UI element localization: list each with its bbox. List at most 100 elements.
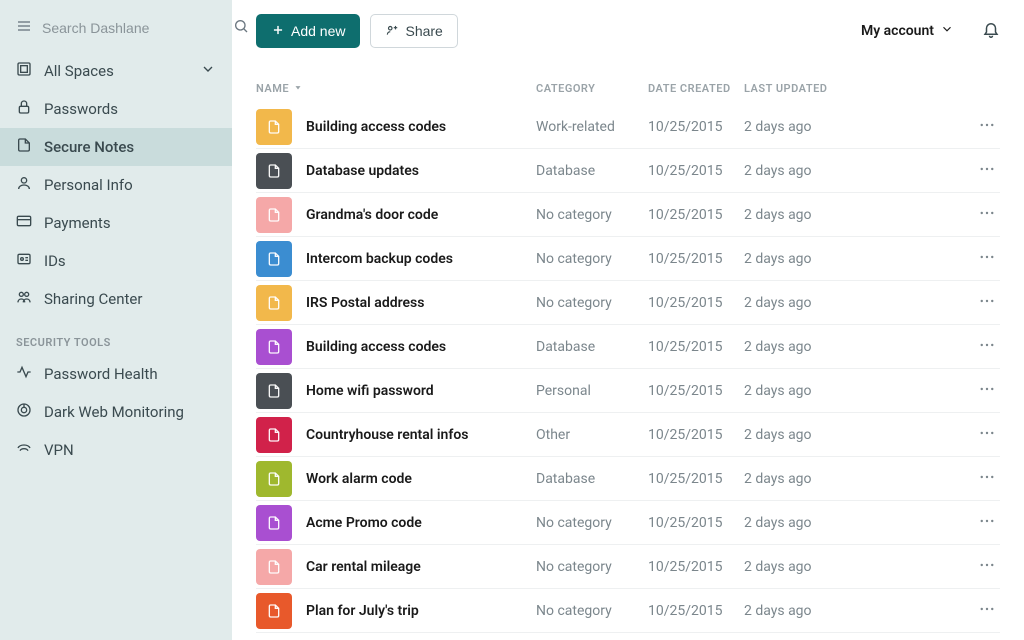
note-date-created: 10/25/2015: [648, 339, 744, 355]
table-row[interactable]: Car rental mileageNo category10/25/20152…: [256, 545, 1000, 589]
sidebar-item-dark-web[interactable]: Dark Web Monitoring: [0, 393, 232, 431]
more-actions-icon[interactable]: [974, 552, 1000, 582]
more-actions-icon[interactable]: [974, 244, 1000, 274]
sidebar-item-vpn[interactable]: VPN: [0, 431, 232, 469]
sidebar-item-label: Passwords: [44, 100, 118, 118]
note-color-icon: [256, 241, 292, 277]
note-name: Car rental mileage: [306, 559, 536, 575]
note-date-created: 10/25/2015: [648, 603, 744, 619]
note-color-icon: [256, 549, 292, 585]
more-actions-icon[interactable]: [974, 156, 1000, 186]
sidebar-item-label: All Spaces: [44, 62, 114, 80]
sidebar-item-all-spaces[interactable]: All Spaces: [0, 52, 232, 90]
note-color-icon: [256, 285, 292, 321]
note-color-icon: [256, 109, 292, 145]
sidebar-item-label: Password Health: [44, 365, 158, 383]
chevron-down-icon: [940, 22, 954, 40]
column-header-date-created[interactable]: DATE CREATED: [648, 82, 744, 95]
more-actions-icon[interactable]: [974, 464, 1000, 494]
table-row[interactable]: Home wifi passwordPersonal10/25/20152 da…: [256, 369, 1000, 413]
table-row[interactable]: Building access codesDatabase10/25/20152…: [256, 325, 1000, 369]
column-header-name[interactable]: NAME: [256, 82, 536, 95]
more-actions-icon[interactable]: [974, 376, 1000, 406]
account-label: My account: [861, 23, 934, 39]
lock-icon: [16, 99, 32, 119]
note-last-updated: 2 days ago: [744, 251, 894, 267]
plus-icon: [271, 23, 285, 40]
sidebar-item-label: Dark Web Monitoring: [44, 403, 184, 421]
card-icon: [16, 213, 32, 233]
note-date-created: 10/25/2015: [648, 251, 744, 267]
column-header-last-updated[interactable]: LAST UPDATED: [744, 82, 894, 95]
id-icon: [16, 251, 32, 271]
search-input[interactable]: [42, 20, 223, 36]
more-actions-icon[interactable]: [974, 332, 1000, 362]
note-last-updated: 2 days ago: [744, 427, 894, 443]
more-actions-icon[interactable]: [974, 112, 1000, 142]
table-row[interactable]: Countryhouse rental infosOther10/25/2015…: [256, 413, 1000, 457]
note-color-icon: [256, 461, 292, 497]
menu-icon[interactable]: [16, 18, 32, 38]
table-row[interactable]: Intercom backup codesNo category10/25/20…: [256, 237, 1000, 281]
table-row[interactable]: Database updatesDatabase10/25/20152 days…: [256, 149, 1000, 193]
note-category: Database: [536, 339, 648, 355]
sidebar-item-passwords[interactable]: Passwords: [0, 90, 232, 128]
radar-icon: [16, 402, 32, 422]
sidebar-item-payments[interactable]: Payments: [0, 204, 232, 242]
account-menu[interactable]: My account: [861, 22, 954, 40]
notifications-icon[interactable]: [982, 20, 1000, 42]
note-date-created: 10/25/2015: [648, 163, 744, 179]
note-date-created: 10/25/2015: [648, 119, 744, 135]
note-name: Acme Promo code: [306, 515, 536, 531]
table-row[interactable]: Building access codesWork-related10/25/2…: [256, 105, 1000, 149]
note-color-icon: [256, 373, 292, 409]
sidebar-item-password-health[interactable]: Password Health: [0, 355, 232, 393]
notes-list[interactable]: Building access codesWork-related10/25/2…: [232, 105, 1024, 640]
note-category: No category: [536, 207, 648, 223]
more-actions-icon[interactable]: [974, 200, 1000, 230]
sidebar-item-personal-info[interactable]: Personal Info: [0, 166, 232, 204]
more-actions-icon[interactable]: [974, 420, 1000, 450]
note-category: Database: [536, 471, 648, 487]
sidebar-item-label: Secure Notes: [44, 138, 134, 156]
sidebar-item-label: IDs: [44, 252, 66, 270]
note-name: Home wifi password: [306, 383, 536, 399]
note-last-updated: 2 days ago: [744, 603, 894, 619]
note-name: Intercom backup codes: [306, 251, 536, 267]
topbar: Add new Share My account: [232, 0, 1024, 62]
sidebar-item-secure-notes[interactable]: Secure Notes: [0, 128, 232, 166]
note-category: No category: [536, 559, 648, 575]
table-row[interactable]: Work alarm codeDatabase10/25/20152 days …: [256, 457, 1000, 501]
column-header-category[interactable]: CATEGORY: [536, 82, 648, 95]
note-date-created: 10/25/2015: [648, 383, 744, 399]
more-actions-icon[interactable]: [974, 288, 1000, 318]
table-row[interactable]: Grandma's door codeNo category10/25/2015…: [256, 193, 1000, 237]
note-category: No category: [536, 603, 648, 619]
note-category: No category: [536, 251, 648, 267]
note-date-created: 10/25/2015: [648, 427, 744, 443]
note-last-updated: 2 days ago: [744, 471, 894, 487]
main-content: Add new Share My account NAME CATEGORY D…: [232, 0, 1024, 640]
search-row: [0, 12, 232, 52]
more-actions-icon[interactable]: [974, 508, 1000, 538]
person-icon: [16, 175, 32, 195]
sidebar-item-sharing-center[interactable]: Sharing Center: [0, 280, 232, 318]
share-button[interactable]: Share: [370, 14, 457, 48]
sidebar-item-label: Personal Info: [44, 176, 133, 194]
table-row[interactable]: IRS Postal addressNo category10/25/20152…: [256, 281, 1000, 325]
share-icon: [385, 23, 399, 40]
more-actions-icon[interactable]: [974, 596, 1000, 626]
note-category: Other: [536, 427, 648, 443]
note-last-updated: 2 days ago: [744, 163, 894, 179]
sidebar-item-ids[interactable]: IDs: [0, 242, 232, 280]
note-last-updated: 2 days ago: [744, 559, 894, 575]
spaces-icon: [16, 61, 32, 81]
note-category: Personal: [536, 383, 648, 399]
note-name: Database updates: [306, 163, 536, 179]
add-new-button[interactable]: Add new: [256, 14, 360, 48]
note-date-created: 10/25/2015: [648, 295, 744, 311]
table-row[interactable]: Plan for July's tripNo category10/25/201…: [256, 589, 1000, 633]
table-row[interactable]: Acme Promo codeNo category10/25/20152 da…: [256, 501, 1000, 545]
note-date-created: 10/25/2015: [648, 515, 744, 531]
note-color-icon: [256, 505, 292, 541]
